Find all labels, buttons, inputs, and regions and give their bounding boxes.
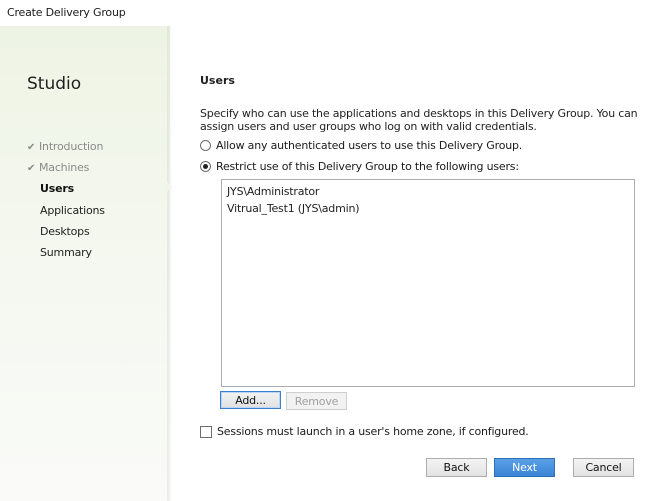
- list-item[interactable]: JYS\Administrator: [227, 185, 319, 198]
- restrict-users-option[interactable]: Restrict use of this Delivery Group to t…: [200, 160, 519, 173]
- next-button[interactable]: Next: [494, 458, 555, 477]
- wizard-sidebar: [0, 26, 170, 501]
- add-button[interactable]: Add...: [220, 391, 281, 409]
- back-button[interactable]: Back: [426, 458, 487, 477]
- section-title: Users: [200, 74, 235, 87]
- nav-step-label: Machines: [39, 161, 90, 174]
- nav-step-machines: ✔ Machines: [27, 161, 89, 174]
- restrict-users-label: Restrict use of this Delivery Group to t…: [216, 160, 519, 173]
- home-zone-checkbox[interactable]: [200, 425, 212, 438]
- nav-step-introduction: ✔ Introduction: [27, 140, 103, 153]
- radio-button[interactable]: [200, 140, 211, 151]
- nav-step-applications: Applications: [40, 204, 105, 217]
- sidebar-divider: [167, 26, 173, 501]
- nav-step-label: Introduction: [39, 140, 104, 153]
- window-title: Create Delivery Group: [7, 6, 126, 19]
- checkmark-icon: ✔: [27, 142, 36, 153]
- remove-button: Remove: [286, 392, 347, 410]
- nav-step-desktops: Desktops: [40, 225, 90, 238]
- home-zone-option[interactable]: Sessions must launch in a user's home zo…: [200, 425, 529, 438]
- radio-button-selected[interactable]: [200, 161, 211, 172]
- list-item[interactable]: Vitrual_Test1 (JYS\admin): [227, 202, 360, 215]
- allow-any-users-label: Allow any authenticated users to use thi…: [216, 139, 523, 152]
- studio-brand: Studio: [27, 74, 82, 94]
- checkmark-icon: ✔: [27, 163, 36, 174]
- nav-step-summary: Summary: [40, 246, 92, 259]
- cancel-button[interactable]: Cancel: [573, 458, 634, 477]
- title-bar: Create Delivery Group: [0, 0, 666, 26]
- allow-any-users-option[interactable]: Allow any authenticated users to use thi…: [200, 139, 522, 152]
- nav-step-users: Users: [40, 182, 74, 195]
- section-description: Specify who can use the applications and…: [200, 107, 638, 133]
- user-list[interactable]: JYS\Administrator Vitrual_Test1 (JYS\adm…: [221, 179, 635, 387]
- active-step-notch: [166, 181, 172, 193]
- home-zone-label: Sessions must launch in a user's home zo…: [217, 425, 529, 438]
